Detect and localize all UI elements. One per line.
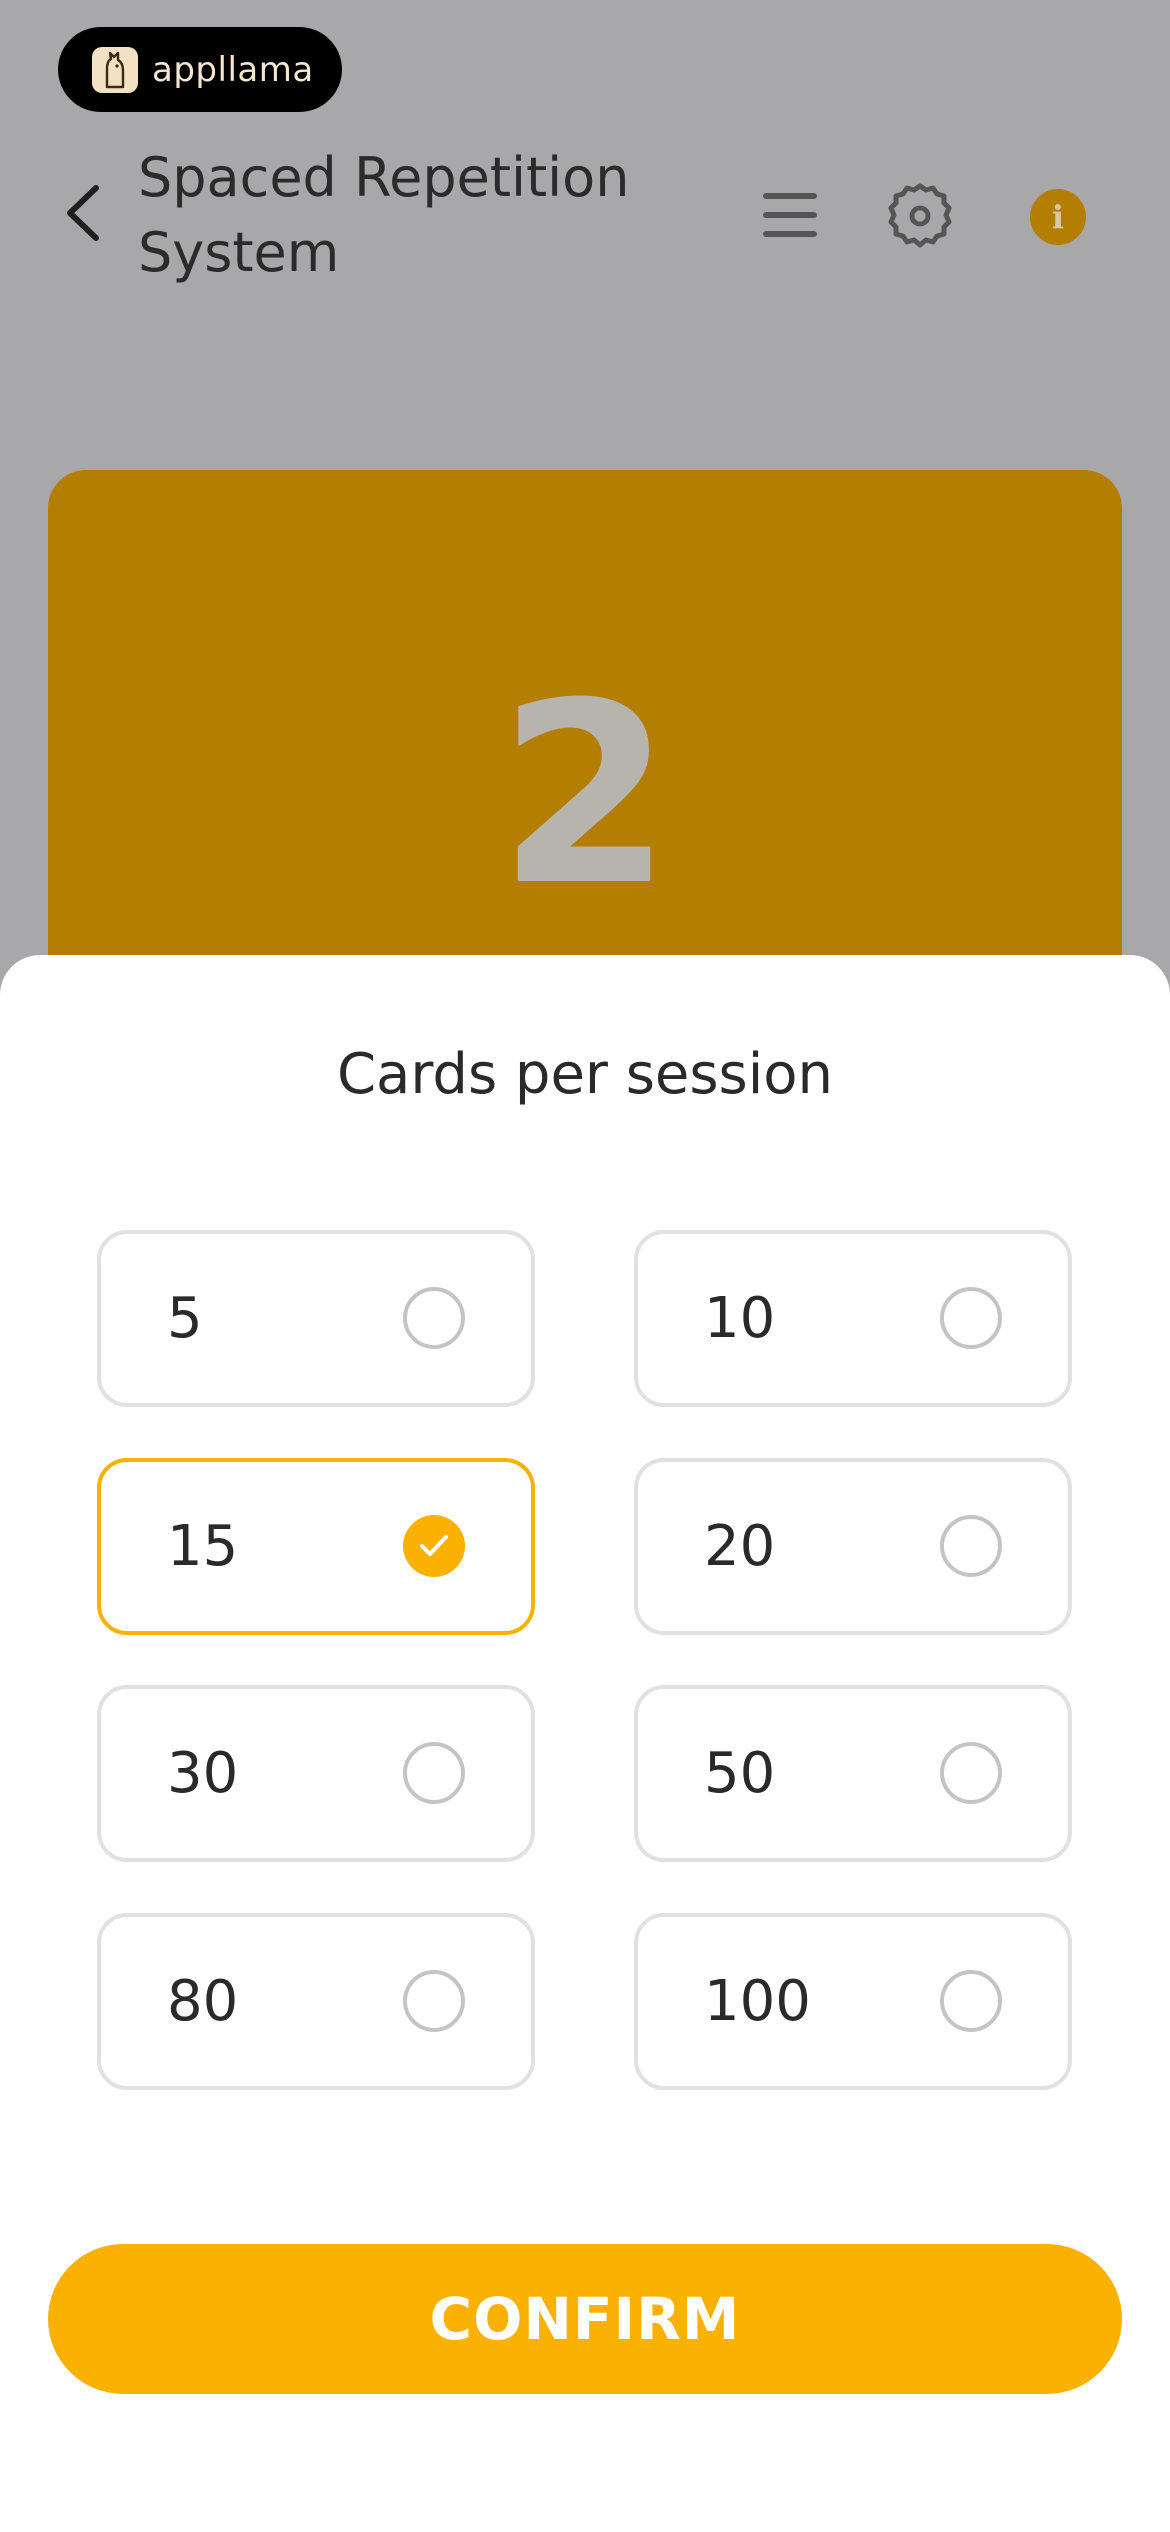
app-logo: appllama	[58, 27, 342, 112]
info-glyph: i	[1051, 198, 1065, 236]
option-label: 10	[704, 1286, 776, 1351]
option-10[interactable]: 10	[634, 1230, 1072, 1407]
gear-icon[interactable]	[884, 180, 956, 252]
radio-icon[interactable]	[940, 1287, 1002, 1349]
option-label: 20	[704, 1514, 776, 1579]
option-label: 100	[704, 1969, 811, 2034]
option-5[interactable]: 5	[97, 1230, 535, 1407]
radio-icon[interactable]	[940, 1515, 1002, 1577]
deck-card-count: 2	[498, 649, 672, 940]
llama-icon	[92, 46, 138, 93]
option-label: 80	[167, 1969, 239, 2034]
option-label: 50	[704, 1741, 776, 1806]
radio-icon[interactable]	[403, 1287, 465, 1349]
option-20[interactable]: 20	[634, 1458, 1072, 1635]
chevron-left-icon[interactable]	[60, 180, 108, 246]
logo-text: appllama	[152, 49, 314, 90]
menu-icon[interactable]	[762, 190, 818, 240]
option-50[interactable]: 50	[634, 1685, 1072, 1862]
option-label: 15	[167, 1514, 239, 1579]
page-title: Spaced Repetition System	[138, 146, 630, 284]
option-15[interactable]: 15	[97, 1458, 535, 1635]
option-30[interactable]: 30	[97, 1685, 535, 1862]
sheet-title: Cards per session	[336, 1042, 834, 1107]
option-80[interactable]: 80	[97, 1913, 535, 2090]
radio-icon[interactable]	[940, 1970, 1002, 2032]
info-icon[interactable]: i	[1030, 189, 1086, 245]
radio-icon[interactable]	[940, 1742, 1002, 1804]
option-100[interactable]: 100	[634, 1913, 1072, 2090]
check-icon[interactable]	[403, 1515, 465, 1577]
radio-icon[interactable]	[403, 1742, 465, 1804]
cards-per-session-sheet: Cards per session 5 10 15 20 30 50 80 10…	[0, 955, 1170, 2532]
radio-icon[interactable]	[403, 1970, 465, 2032]
option-label: 30	[167, 1741, 239, 1806]
option-label: 5	[167, 1286, 203, 1351]
confirm-button[interactable]: CONFIRM	[48, 2244, 1122, 2394]
